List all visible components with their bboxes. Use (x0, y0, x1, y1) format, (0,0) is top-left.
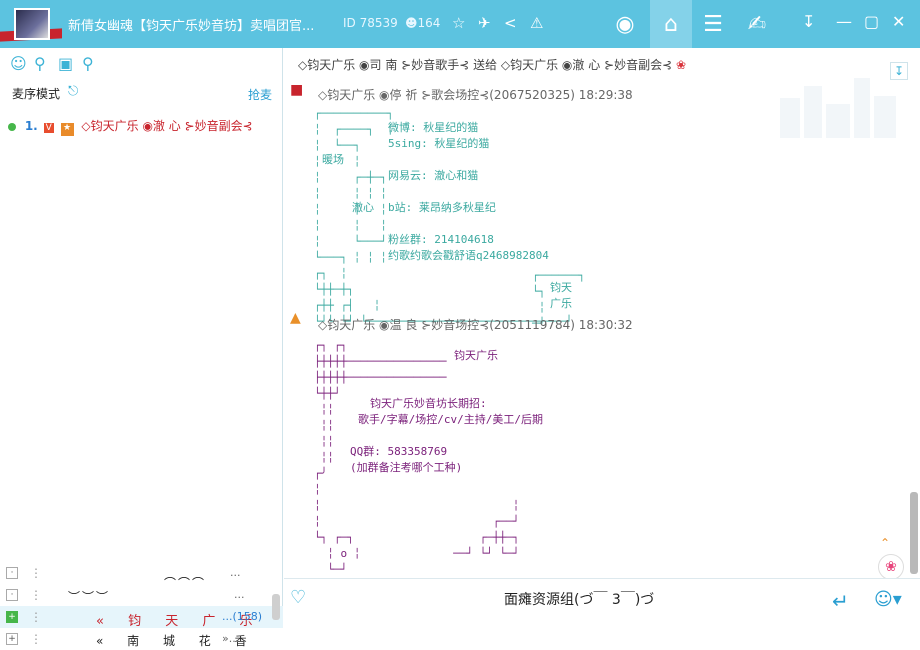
font-icon[interactable]: ♡ (290, 587, 306, 608)
list-item[interactable]: · ⋮ ︶︶︶ ... (0, 584, 283, 606)
search-icon[interactable]: ⚲ (82, 54, 94, 73)
qq-group-text: QQ群: 583358769 (350, 445, 448, 458)
person-icon[interactable]: ☺ (10, 54, 27, 73)
queue-number: 1. (24, 119, 38, 133)
room-name: ︶︶︶ (68, 590, 111, 604)
netease-text: 网易云: 澈心和猫 (388, 169, 479, 182)
divider: ⋮ (30, 632, 42, 646)
music-icon[interactable]: ◉ (604, 0, 646, 48)
chat-area: ◇钧天广乐 ◉司 南 ⊱妙音歌手⊰ 送给 ◇钧天广乐 ◉澈 心 ⊱妙音副会⊰ ❀… (284, 48, 920, 580)
maximize-icon[interactable]: ▢ (864, 12, 879, 31)
user-count: ☻164 (405, 16, 441, 30)
message-sender: ◇钧天广乐 ◉温 良 ⊱妙音场控⊰(2051119784) 18:30:32 (318, 318, 633, 332)
guangle-text: 广乐 (550, 297, 572, 310)
divider: ⋮ (30, 610, 42, 624)
avatar[interactable] (14, 8, 50, 40)
expand-icon[interactable]: + (6, 633, 18, 645)
note-text: (加群备注考哪个工种) (350, 461, 463, 474)
close-icon[interactable]: ✕ (892, 12, 905, 31)
room-title: 新倩女幽魂【钧天广乐妙音坊】卖唱团官... (68, 19, 315, 34)
gift-icon: ▲ (290, 310, 301, 326)
contact-text: 约歌约歌会戳舒语q2468982804 (388, 249, 549, 262)
gift-icon: ★ (60, 123, 74, 136)
minimize-icon[interactable]: — (836, 12, 852, 31)
room-more: ... (230, 566, 241, 579)
list-item[interactable]: · ⋮ ︵︵︵ ... (0, 562, 283, 584)
city-decoration (780, 78, 896, 138)
location-icon[interactable]: ⚲ (34, 54, 46, 73)
grab-mic-button[interactable]: 抢麦 (248, 86, 272, 103)
online-dot (8, 122, 16, 131)
title-bar: 新倩女幽魂【钧天广乐妙音坊】卖唱团官... ID 78539 ☻164 ☆ ✈ … (0, 0, 920, 48)
fans-group-text: 粉丝群: 214104618 (388, 233, 494, 246)
divider: ⋮ (30, 566, 42, 580)
divider: ⋮ (30, 588, 42, 602)
bilibili-text: b站: 莱昂纳多秋星纪 (388, 201, 496, 214)
screen-icon[interactable]: ▣ (58, 54, 73, 73)
brand-text: 钧天广乐 (454, 349, 498, 362)
left-panel: ☺ ⚲ ▣ ⚲ 麦序模式 ⎋ 抢麦 1. V ★ ◇钧天广乐 ◉澈 心 ⊱妙音副… (0, 48, 283, 648)
roles-text: 歌手/字幕/场控/cv/主持/美工/后期 (358, 413, 543, 426)
mic-icon[interactable]: ⎋ (68, 84, 78, 99)
game-icon[interactable]: ✍ (736, 0, 778, 48)
gift-icon: ■ (290, 82, 304, 98)
weibo-text: 微博: 秋星纪的猫 (388, 121, 479, 134)
room-more: ... (234, 588, 245, 601)
emoji-icon[interactable]: ☺▾ (874, 589, 902, 610)
alert-icon[interactable]: ⚠ (530, 14, 543, 32)
recruit-text: 钧天广乐妙音坊长期招: (370, 397, 487, 410)
home-icon[interactable]: ⌂ (650, 0, 692, 48)
plane-icon[interactable]: ✈ (478, 14, 491, 32)
queue-user-name: ◇钧天广乐 ◉澈 心 ⊱妙音副会⊰ (81, 119, 253, 133)
input-bar: ♡ 面瘫资源组(づ￣ 3￣)づ ↵ ☺▾ (284, 578, 920, 620)
download-icon[interactable]: ↧ (802, 12, 815, 31)
message-sender: ◇钧天广乐 ◉停 祈 ⊱歌会场控⊰(2067520325) 18:29:38 (318, 88, 633, 102)
sub-room-list: · ⋮ ︵︵︵ ... · ⋮ ︶︶︶ ... + ⋮ « 钧 天 广 乐 ..… (0, 562, 283, 650)
scrollbar[interactable] (910, 492, 918, 574)
rose-icon: ❀ (675, 58, 687, 72)
scrollbar[interactable] (272, 594, 280, 620)
mic-mode-label: 麦序模式 (12, 87, 61, 101)
expand-icon[interactable]: + (6, 611, 18, 623)
list-icon[interactable]: ☰ (692, 0, 734, 48)
flower-icon[interactable]: ❀ (878, 554, 904, 580)
star-icon[interactable]: ☆ (452, 14, 465, 32)
list-item[interactable]: + ⋮ « 钧 天 广 乐 ...(158) (0, 606, 283, 629)
person-icon: ☻ (405, 16, 418, 30)
announcement-text: 面瘫资源组(づ￣ 3￣)づ (504, 592, 655, 608)
fivesing-text: 5sing: 秋星纪的猫 (388, 137, 490, 150)
chexin-text: 澈心 (352, 201, 374, 214)
chevron-up-icon[interactable]: ⌃ (880, 536, 890, 550)
mic-queue-item[interactable]: 1. V ★ ◇钧天广乐 ◉澈 心 ⊱妙音副会⊰ (8, 117, 278, 136)
gift-notice: ◇钧天广乐 ◉司 南 ⊱妙音歌手⊰ 送给 ◇钧天广乐 ◉澈 心 ⊱妙音副会⊰ ❀ (298, 58, 687, 72)
send-icon[interactable]: ↵ (832, 589, 849, 613)
list-item[interactable]: + ⋮ « 南 城 花 香 »... (0, 628, 283, 650)
scroll-to-bottom-button[interactable]: ↧ (890, 62, 908, 80)
expand-icon[interactable]: · (6, 589, 18, 601)
nuanchang-text: 暖场 (322, 153, 344, 166)
share-icon[interactable]: < (504, 14, 517, 32)
vip-badge: V (43, 123, 54, 133)
expand-icon[interactable]: · (6, 567, 18, 579)
room-more: »... (222, 632, 240, 645)
room-id: ID 78539 (343, 16, 398, 30)
room-user-count: ...(158) (222, 610, 263, 623)
juntian-text: 钧天 (550, 281, 572, 294)
